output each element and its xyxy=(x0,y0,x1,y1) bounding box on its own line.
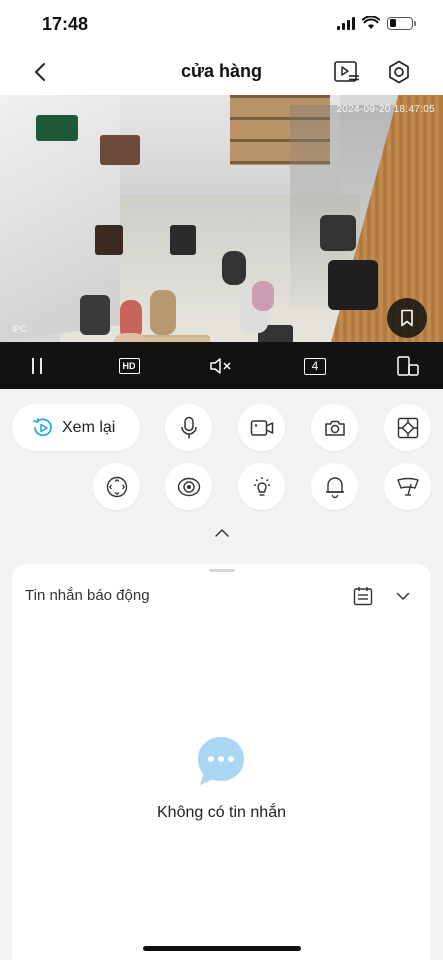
video-timestamp: 2024-09-20 18:47:05 xyxy=(336,104,435,115)
video-record-icon xyxy=(250,419,273,436)
speaker-muted-icon xyxy=(210,358,231,374)
microphone-icon xyxy=(180,416,197,438)
split-view-button[interactable]: 4 xyxy=(302,354,328,378)
video-watermark: IPC xyxy=(12,324,28,334)
chevron-up-icon xyxy=(215,529,229,537)
bell-icon xyxy=(325,476,344,498)
joystick-button[interactable] xyxy=(93,463,140,510)
ptz-icon xyxy=(397,417,418,438)
playlist-button[interactable] xyxy=(333,58,361,86)
replay-button[interactable]: Xem lại xyxy=(12,404,140,451)
cellular-signal-icon xyxy=(337,16,355,30)
joystick-icon xyxy=(106,476,127,497)
ptz-button[interactable] xyxy=(384,404,431,451)
status-bar: 17:48 xyxy=(0,0,443,50)
camera-icon xyxy=(324,420,345,436)
privacy-mode-button[interactable] xyxy=(165,463,212,510)
replay-label: Xem lại xyxy=(62,418,116,436)
calendar-icon xyxy=(353,587,373,606)
snapshot-button[interactable] xyxy=(311,404,358,451)
status-time: 17:48 xyxy=(42,14,89,34)
split-count-label: 4 xyxy=(304,357,326,375)
gear-icon xyxy=(389,60,409,84)
quality-button[interactable]: HD xyxy=(116,354,142,378)
action-area: Xem lại xyxy=(0,389,443,564)
replay-icon xyxy=(33,417,52,436)
screen-rotate-icon xyxy=(397,356,419,376)
pause-button[interactable] xyxy=(24,354,50,378)
panel-drag-handle[interactable] xyxy=(209,569,235,572)
collapse-button[interactable] xyxy=(211,525,233,541)
record-video-button[interactable] xyxy=(238,404,285,451)
alarm-messages-panel: Tin nhắn báo động Không có tin nhắn xyxy=(12,564,431,960)
expand-button[interactable] xyxy=(391,584,415,608)
light-icon xyxy=(253,476,270,496)
bookmark-icon xyxy=(401,309,413,327)
header: cửa hàng xyxy=(0,50,443,95)
empty-chat-icon xyxy=(196,735,246,792)
rotate-screen-button[interactable] xyxy=(395,354,421,378)
playlist-icon xyxy=(334,61,359,82)
mute-button[interactable] xyxy=(208,354,234,378)
camera-video-feed[interactable]: 2024-09-20 18:47:05 IPC xyxy=(0,95,443,342)
bookmark-button[interactable] xyxy=(387,298,427,338)
pause-icon xyxy=(32,358,42,374)
wiper-button[interactable] xyxy=(384,463,431,510)
wifi-icon xyxy=(362,16,380,29)
panel-title: Tin nhắn báo động xyxy=(25,587,150,604)
alarm-button[interactable] xyxy=(311,463,358,510)
video-control-bar: HD 4 xyxy=(0,342,443,389)
chevron-down-icon xyxy=(396,592,410,600)
wiper-icon xyxy=(396,477,419,496)
quality-label: HD xyxy=(118,358,140,374)
battery-icon xyxy=(387,16,416,30)
talk-button[interactable] xyxy=(165,404,212,451)
home-indicator[interactable] xyxy=(143,946,301,951)
settings-button[interactable] xyxy=(385,58,413,86)
light-button[interactable] xyxy=(238,463,285,510)
empty-state-text: Không có tin nhắn xyxy=(157,804,286,821)
calendar-button[interactable] xyxy=(351,584,375,608)
status-icons xyxy=(337,16,416,30)
eye-icon xyxy=(177,477,200,496)
page-title: cửa hàng xyxy=(180,61,263,81)
